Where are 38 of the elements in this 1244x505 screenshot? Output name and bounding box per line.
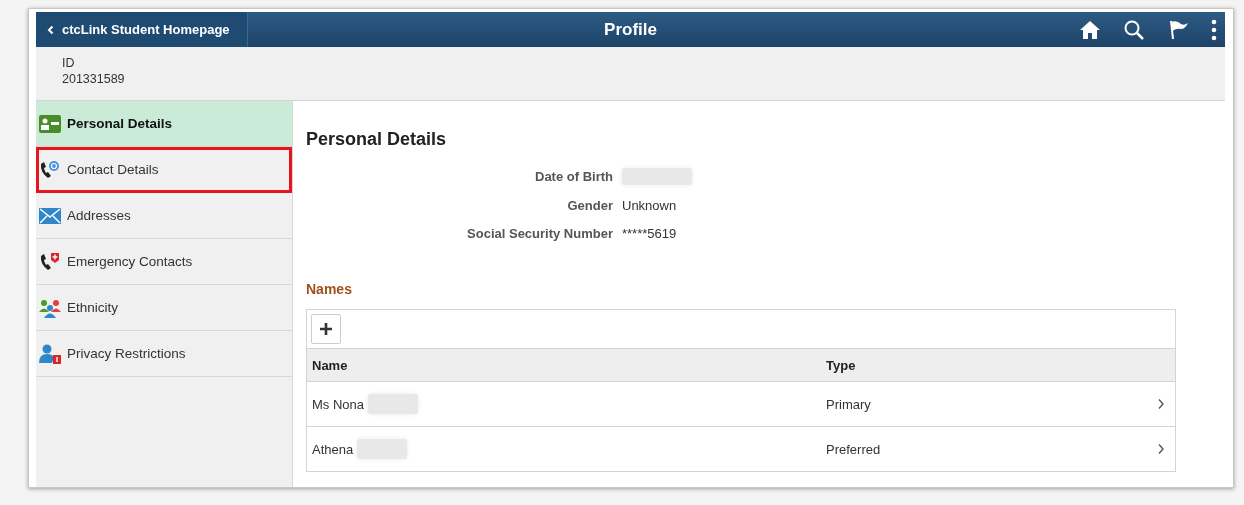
- more-icon[interactable]: [1211, 18, 1217, 41]
- field-value: Unknown: [622, 198, 678, 213]
- sidebar-item[interactable]: Emergency Contacts: [36, 239, 292, 285]
- chevron-right-icon: [1157, 443, 1165, 455]
- table-row[interactable]: Athena Preferred: [307, 426, 1175, 471]
- search-icon[interactable]: [1123, 18, 1145, 41]
- field-label: Social Security Number: [466, 226, 613, 241]
- phone-alert-icon: [39, 251, 61, 272]
- people-icon: [39, 297, 61, 318]
- type-cell-text: Primary: [826, 396, 872, 412]
- sidebar-item[interactable]: Ethnicity: [36, 285, 292, 331]
- id-value: 201331589: [62, 71, 126, 87]
- names-heading: Names: [306, 281, 353, 297]
- chevron-left-icon: [46, 24, 56, 35]
- id-label: ID: [62, 55, 76, 71]
- chevron-right-icon: [1157, 398, 1165, 410]
- field-label: Gender: [566, 198, 613, 213]
- page-title: Profile: [604, 19, 657, 40]
- plus-icon: [319, 322, 333, 336]
- type-cell-text: Preferred: [826, 441, 882, 457]
- sidebar-item[interactable]: Privacy Restrictions: [36, 331, 292, 377]
- home-icon[interactable]: [1079, 19, 1101, 40]
- id-card-icon: [39, 114, 61, 133]
- field-value: *****5619: [622, 226, 678, 241]
- sidebar-item[interactable]: Personal Details: [36, 101, 292, 147]
- flag-icon[interactable]: [1167, 18, 1189, 41]
- sidebar-item[interactable]: Contact Details: [36, 147, 292, 193]
- name-cell: Ms Nona: [312, 396, 365, 412]
- add-button[interactable]: [311, 314, 341, 344]
- column-header: Type: [826, 357, 857, 373]
- sidebar-item[interactable]: Addresses: [36, 193, 292, 239]
- column-header: Name: [311, 357, 349, 373]
- envelope-icon: [39, 207, 61, 224]
- back-button[interactable]: ctcLink Student Homepage: [36, 12, 248, 47]
- section-title: Personal Details: [306, 129, 448, 150]
- name-cell: Athena: [312, 441, 354, 457]
- table-row[interactable]: Ms Nona Primary: [307, 381, 1175, 426]
- field-label: Date of Birth: [534, 169, 613, 184]
